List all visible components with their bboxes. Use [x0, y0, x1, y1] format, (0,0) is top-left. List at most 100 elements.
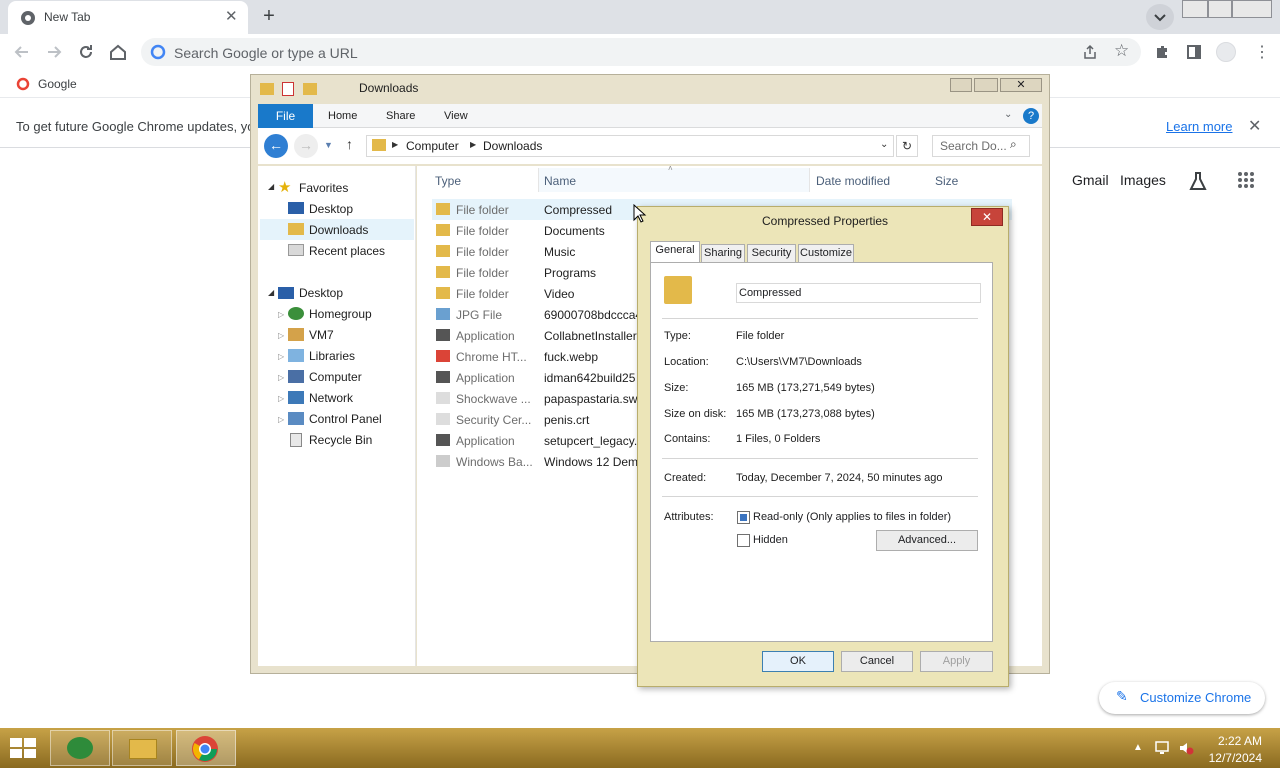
- file-name: 69000708bdccca4: [544, 308, 643, 322]
- nav-favorites-recent-places[interactable]: Recent places: [309, 244, 385, 258]
- nav-network[interactable]: Network: [309, 391, 353, 405]
- ribbon-tab-share[interactable]: Share: [386, 110, 415, 122]
- gmail-link[interactable]: Gmail: [1072, 172, 1109, 188]
- nav-control-panel[interactable]: Control Panel: [309, 412, 382, 426]
- ribbon-tab-view[interactable]: View: [444, 110, 468, 122]
- file-name: CollabnetInstaller: [544, 329, 637, 343]
- file-icon: [436, 329, 450, 341]
- volume-muted-icon[interactable]: [1178, 740, 1194, 756]
- forward-arrow-icon[interactable]: →: [294, 134, 318, 158]
- extensions-icon[interactable]: [1154, 44, 1170, 60]
- address-dropdown-icon[interactable]: ⌄: [880, 139, 888, 150]
- collapse-arrow-icon[interactable]: ▷: [278, 415, 284, 424]
- expand-arrow-icon[interactable]: ◢: [268, 182, 274, 191]
- nav-recycle-bin[interactable]: Recycle Bin: [309, 433, 372, 447]
- taskbar-idm[interactable]: [50, 730, 110, 766]
- show-hidden-icons[interactable]: ▲: [1133, 742, 1143, 753]
- nav-desktop[interactable]: Desktop: [299, 286, 343, 300]
- close-window-button[interactable]: [1232, 0, 1272, 18]
- apps-grid-icon[interactable]: [1237, 171, 1255, 189]
- clock-date[interactable]: 12/7/2024: [1202, 751, 1262, 765]
- apply-button[interactable]: Apply: [920, 651, 993, 672]
- minimize-button[interactable]: [1182, 0, 1208, 18]
- learn-more-link[interactable]: Learn more: [1166, 119, 1232, 134]
- collapse-arrow-icon[interactable]: ▷: [278, 331, 284, 340]
- collapse-arrow-icon[interactable]: ▷: [278, 373, 284, 382]
- explorer-maximize-button[interactable]: [974, 78, 998, 92]
- recent-locations-icon[interactable]: ▼: [324, 140, 333, 150]
- menu-kebab-icon[interactable]: ⋮: [1254, 42, 1270, 62]
- back-icon[interactable]: [12, 42, 32, 62]
- properties-icon[interactable]: [282, 82, 295, 96]
- props-tab-sharing[interactable]: Sharing: [701, 244, 745, 263]
- bookmark-google[interactable]: Google: [38, 77, 77, 91]
- forward-icon[interactable]: [44, 42, 64, 62]
- side-panel-icon[interactable]: [1186, 44, 1202, 60]
- back-arrow-icon[interactable]: ←: [264, 134, 288, 158]
- breadcrumb-downloads[interactable]: Downloads: [483, 139, 542, 153]
- readonly-label: Read-only (Only applies to files in fold…: [753, 511, 952, 523]
- clock-time[interactable]: 2:22 AM: [1212, 734, 1262, 748]
- nav-computer[interactable]: Computer: [309, 370, 362, 384]
- nav-favorites-desktop[interactable]: Desktop: [309, 202, 353, 216]
- file-name: Windows 12 Dem: [544, 455, 639, 469]
- column-header-name[interactable]: Name: [544, 174, 576, 188]
- size-label: Size:: [664, 382, 689, 394]
- readonly-checkbox[interactable]: [737, 511, 750, 524]
- nav-favorites-downloads[interactable]: Downloads: [309, 223, 368, 237]
- folder-name-field[interactable]: Compressed: [736, 283, 981, 303]
- file-icon: [436, 371, 450, 383]
- props-tab-general[interactable]: General: [650, 241, 700, 263]
- labs-flask-icon[interactable]: [1188, 171, 1208, 191]
- advanced-button[interactable]: Advanced...: [876, 530, 978, 551]
- images-link[interactable]: Images: [1120, 172, 1166, 188]
- bookmark-star-icon[interactable]: ☆: [1114, 41, 1129, 61]
- tab-new-tab[interactable]: New Tab ✕: [8, 1, 248, 34]
- home-icon[interactable]: [108, 42, 128, 62]
- new-folder-icon[interactable]: [302, 83, 317, 95]
- taskbar-file-explorer[interactable]: [112, 730, 172, 766]
- collapse-arrow-icon[interactable]: ▷: [278, 310, 284, 319]
- properties-close-button[interactable]: ✕: [971, 208, 1003, 226]
- up-arrow-icon[interactable]: ↑: [346, 136, 353, 152]
- folder-icon: [372, 139, 386, 151]
- taskbar-chrome[interactable]: [176, 730, 236, 766]
- chrome-icon: [192, 736, 218, 762]
- explorer-minimize-button[interactable]: [950, 78, 972, 92]
- props-tab-customize[interactable]: Customize: [798, 244, 854, 263]
- help-icon[interactable]: ?: [1023, 108, 1039, 124]
- nav-libraries[interactable]: Libraries: [309, 349, 355, 363]
- nav-favorites[interactable]: Favorites: [299, 181, 348, 195]
- nav-vm7[interactable]: VM7: [309, 328, 334, 342]
- column-header-type[interactable]: Type: [435, 174, 461, 188]
- ok-button[interactable]: OK: [762, 651, 834, 672]
- column-header-size[interactable]: Size: [935, 174, 958, 188]
- infobar-close-icon[interactable]: ✕: [1248, 116, 1261, 136]
- explorer-close-button[interactable]: ✕: [1000, 78, 1042, 92]
- breadcrumb-computer[interactable]: Computer: [406, 139, 459, 153]
- ribbon-tab-home[interactable]: Home: [328, 110, 357, 122]
- expand-arrow-icon[interactable]: ◢: [268, 288, 274, 297]
- start-button[interactable]: [8, 736, 40, 760]
- ribbon-expand-icon[interactable]: ⌄: [1004, 109, 1012, 120]
- close-tab-icon[interactable]: ✕: [225, 7, 238, 25]
- new-tab-button[interactable]: +: [256, 5, 282, 29]
- nav-homegroup[interactable]: Homegroup: [309, 307, 372, 321]
- collapse-arrow-icon[interactable]: ▷: [278, 394, 284, 403]
- quick-access-toolbar[interactable]: [258, 80, 350, 98]
- cancel-button[interactable]: Cancel: [841, 651, 913, 672]
- reload-icon[interactable]: [76, 42, 96, 62]
- tab-search-button[interactable]: [1146, 4, 1174, 30]
- collapse-arrow-icon[interactable]: ▷: [278, 352, 284, 361]
- folder-name-value: Compressed: [739, 287, 802, 299]
- network-tray-icon[interactable]: [1154, 740, 1170, 756]
- props-tab-security[interactable]: Security: [747, 244, 796, 263]
- column-header-date-modified[interactable]: Date modified: [816, 174, 890, 188]
- profile-avatar[interactable]: [1216, 42, 1236, 62]
- hidden-checkbox[interactable]: [737, 534, 750, 547]
- refresh-icon[interactable]: ↻: [896, 135, 918, 157]
- restore-button[interactable]: [1208, 0, 1232, 18]
- share-icon[interactable]: [1082, 44, 1098, 60]
- ribbon-tab-file[interactable]: File: [258, 104, 313, 128]
- search-icon[interactable]: ⌕: [1010, 137, 1017, 152]
